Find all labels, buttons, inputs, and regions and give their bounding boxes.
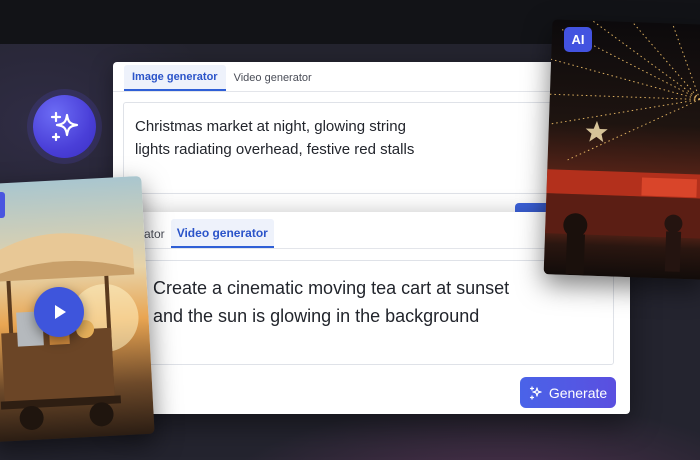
sparkles-icon (50, 111, 78, 141)
image-prompt-input[interactable]: Christmas market at night, glowing strin… (123, 102, 555, 194)
generate-button[interactable]: Generate (520, 377, 616, 408)
image-prompt-text: Christmas market at night, glowing strin… (135, 118, 415, 158)
tab-image-generator[interactable]: Image generator (124, 65, 226, 91)
image-card-tabs: Image generator Video generator (113, 62, 555, 92)
sparkles-icon (529, 385, 542, 400)
tab-video-generator[interactable]: Video generator (226, 65, 320, 91)
play-button[interactable] (34, 287, 84, 337)
christmas-market-illustration (545, 20, 700, 275)
video-prompt-input[interactable]: Create a cinematic moving tea cart at su… (139, 260, 614, 365)
generate-label: Generate (548, 384, 608, 401)
video-prompt-text: Create a cinematic moving tea cart at su… (153, 278, 510, 326)
ai-badge: AI (564, 27, 592, 52)
sparkles-badge (33, 95, 96, 158)
side-tab (0, 192, 5, 218)
christmas-market-photo (543, 19, 700, 280)
tab-video-generator[interactable]: Video generator (170, 219, 274, 248)
image-generator-card: Image generator Video generator Christma… (113, 62, 555, 222)
play-icon (55, 305, 66, 319)
